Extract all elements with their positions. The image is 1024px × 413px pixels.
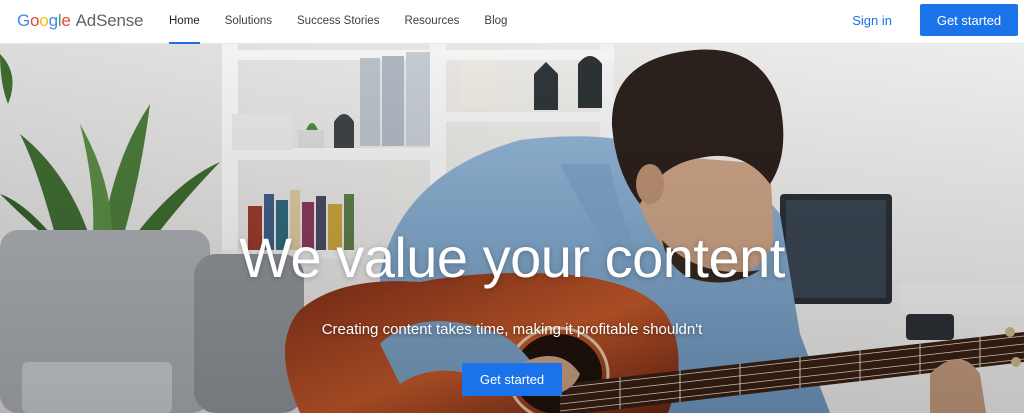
sign-in-link[interactable]: Sign in <box>852 0 892 44</box>
hero-get-started-button[interactable]: Get started <box>462 363 562 396</box>
nav-item-solutions[interactable]: Solutions <box>214 0 283 44</box>
logo-letter: e <box>61 11 71 30</box>
logo-letter: o <box>30 11 40 30</box>
nav-item-blog[interactable]: Blog <box>473 0 518 44</box>
logo-letter: G <box>17 11 31 30</box>
primary-nav: Home Solutions Success Stories Resources… <box>158 0 521 44</box>
google-adsense-logo[interactable]: G o o g l e AdSense <box>17 11 143 31</box>
nav-item-success-stories[interactable]: Success Stories <box>286 0 390 44</box>
hero-subtitle: Creating content takes time, making it p… <box>321 321 703 338</box>
hero-title: We value your content <box>239 226 785 289</box>
logo-letter: g <box>48 11 58 30</box>
logo-product-name: AdSense <box>75 11 144 30</box>
get-started-button[interactable]: Get started <box>920 4 1018 36</box>
hero-banner: We value your content Creating content t… <box>0 44 1024 413</box>
nav-item-resources[interactable]: Resources <box>393 0 470 44</box>
top-navbar: G o o g l e AdSense Home Solutions Succe… <box>0 0 1024 44</box>
nav-item-home[interactable]: Home <box>158 0 211 44</box>
logo-letter: o <box>39 11 49 30</box>
